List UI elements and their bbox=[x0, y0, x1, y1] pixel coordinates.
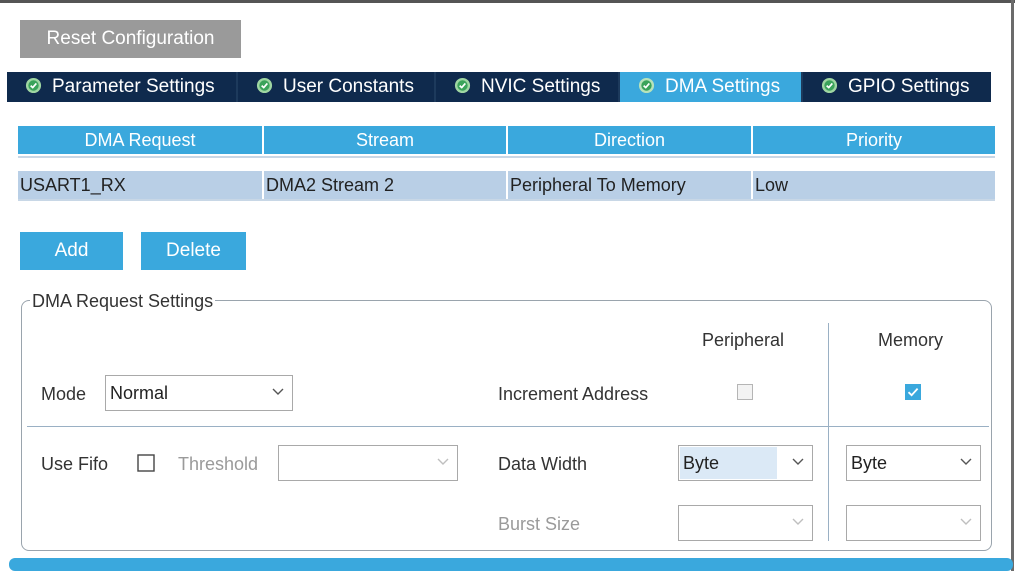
check-circle-icon bbox=[821, 77, 838, 94]
tab-label: NVIC Settings bbox=[481, 76, 601, 97]
tab-bar: Parameter Settings User Constants NVIC S… bbox=[7, 72, 991, 102]
chevron-down-icon bbox=[437, 458, 449, 465]
memory-burst-size-dropdown[interactable] bbox=[846, 505, 981, 541]
check-circle-icon bbox=[638, 77, 655, 94]
increment-address-label: Increment Address bbox=[498, 384, 649, 404]
cell-dma-request[interactable]: USART1_RX bbox=[18, 171, 262, 199]
horizontal-scrollbar[interactable] bbox=[9, 558, 1013, 571]
mode-value: Normal bbox=[110, 383, 169, 403]
reset-configuration-button[interactable]: Reset Configuration bbox=[20, 20, 241, 58]
memory-increment-checkbox[interactable] bbox=[905, 384, 921, 400]
row-separator bbox=[27, 426, 989, 427]
peripheral-increment-checkbox[interactable] bbox=[737, 384, 753, 400]
cell-priority[interactable]: Low bbox=[753, 171, 995, 199]
cell-direction[interactable]: Peripheral To Memory bbox=[508, 171, 751, 199]
tab-dma-settings[interactable]: DMA Settings bbox=[620, 72, 801, 102]
check-circle-icon bbox=[25, 77, 42, 94]
delete-button[interactable]: Delete bbox=[141, 232, 246, 270]
chevron-down-icon bbox=[960, 458, 972, 465]
burst-size-label: Burst Size bbox=[498, 514, 581, 534]
table-bottom-line bbox=[18, 199, 995, 201]
use-fifo-checkbox[interactable] bbox=[137, 454, 155, 472]
memory-data-width-dropdown[interactable]: Byte bbox=[846, 445, 981, 481]
chevron-down-icon bbox=[792, 518, 804, 525]
mode-dropdown[interactable]: Normal bbox=[105, 375, 293, 411]
memory-header: Memory bbox=[878, 330, 944, 350]
data-width-label: Data Width bbox=[498, 454, 588, 474]
table-divider bbox=[18, 156, 995, 158]
peripheral-data-width-dropdown[interactable]: Byte bbox=[678, 445, 813, 481]
peripheral-burst-size-dropdown[interactable] bbox=[678, 505, 813, 541]
group-title: DMA Request Settings bbox=[30, 290, 216, 312]
mode-label: Mode bbox=[41, 384, 87, 404]
tab-label: User Constants bbox=[283, 76, 414, 97]
column-header-priority[interactable]: Priority bbox=[753, 126, 995, 154]
column-header-dma-request[interactable]: DMA Request bbox=[18, 126, 262, 154]
tab-parameter-settings[interactable]: Parameter Settings bbox=[7, 72, 236, 102]
use-fifo-label: Use Fifo bbox=[41, 454, 109, 474]
threshold-dropdown[interactable] bbox=[278, 445, 458, 481]
peripheral-data-width-value: Byte bbox=[683, 453, 720, 473]
chevron-down-icon bbox=[792, 458, 804, 465]
tab-gpio-settings[interactable]: GPIO Settings bbox=[803, 72, 991, 102]
threshold-label: Threshold bbox=[178, 454, 259, 474]
add-button[interactable]: Add bbox=[20, 232, 123, 270]
column-header-stream[interactable]: Stream bbox=[264, 126, 506, 154]
tab-user-constants[interactable]: User Constants bbox=[238, 72, 434, 102]
check-circle-icon bbox=[454, 77, 471, 94]
column-header-direction[interactable]: Direction bbox=[508, 126, 751, 154]
window-top-border bbox=[0, 0, 1015, 3]
tab-label: Parameter Settings bbox=[52, 76, 215, 97]
peripheral-header: Peripheral bbox=[702, 330, 785, 350]
cell-stream[interactable]: DMA2 Stream 2 bbox=[264, 171, 506, 199]
window-right-border bbox=[1011, 0, 1014, 571]
tab-label: GPIO Settings bbox=[848, 76, 970, 97]
column-separator bbox=[828, 323, 829, 541]
tab-nvic-settings[interactable]: NVIC Settings bbox=[436, 72, 618, 102]
chevron-down-icon bbox=[960, 518, 972, 525]
tab-label: DMA Settings bbox=[665, 76, 781, 97]
memory-data-width-value: Byte bbox=[851, 453, 888, 473]
check-circle-icon bbox=[256, 77, 273, 94]
chevron-down-icon bbox=[272, 388, 284, 395]
